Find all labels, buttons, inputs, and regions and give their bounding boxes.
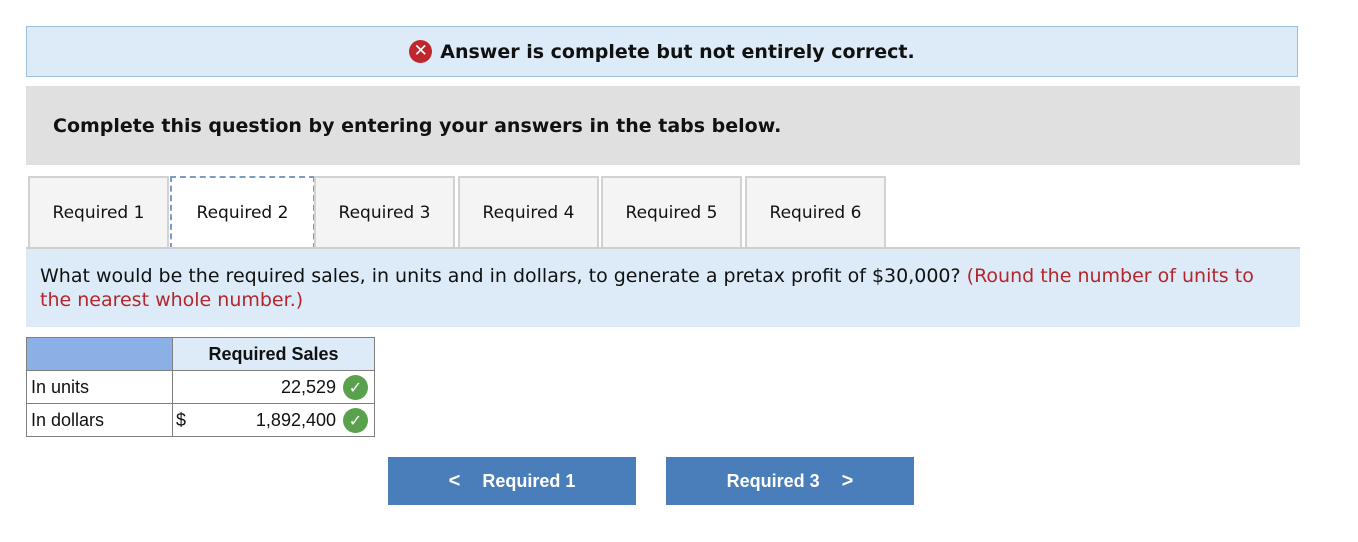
- tab-required-1[interactable]: Required 1: [28, 176, 169, 247]
- tab-required-5[interactable]: Required 5: [601, 176, 742, 247]
- tab-required-6[interactable]: Required 6: [745, 176, 886, 247]
- prev-button-label: Required 1: [482, 470, 576, 491]
- tab-label: Required 4: [482, 202, 575, 223]
- result-banner-text: Answer is complete but not entirely corr…: [440, 40, 915, 63]
- table-header-row: Required Sales: [26, 337, 375, 371]
- instruction-bar: Complete this question by entering your …: [26, 86, 1300, 165]
- question-box: What would be the required sales, in uni…: [26, 249, 1300, 327]
- table-row: In dollars $ 1,892,400 ✓: [26, 403, 375, 437]
- table-header: Required Sales: [172, 337, 375, 371]
- dollar-prefix: $: [176, 410, 187, 430]
- tab-required-4[interactable]: Required 4: [458, 176, 599, 247]
- units-value: 22,529: [280, 377, 336, 397]
- units-input[interactable]: 22,529 ✓: [172, 370, 375, 404]
- tab-label: Required 5: [625, 202, 718, 223]
- chevron-left-icon: <: [448, 469, 461, 492]
- tab-label: Required 2: [196, 202, 289, 223]
- result-banner: ✕ Answer is complete but not entirely co…: [26, 26, 1298, 77]
- prev-required-button[interactable]: < Required 1: [388, 457, 636, 505]
- next-button-label: Required 3: [726, 470, 820, 491]
- chevron-right-icon: >: [841, 469, 854, 492]
- table-row: In units 22,529 ✓: [26, 370, 375, 404]
- tab-label: Required 3: [338, 202, 431, 223]
- next-required-button[interactable]: Required 3 >: [666, 457, 914, 505]
- required-sales-table: Required Sales In units 22,529 ✓ In doll…: [26, 337, 375, 437]
- instruction-text: Complete this question by entering your …: [53, 114, 782, 137]
- checkmark-icon: ✓: [343, 408, 368, 433]
- question-text: What would be the required sales, in uni…: [40, 265, 961, 287]
- tab-required-2[interactable]: Required 2: [170, 176, 315, 249]
- row-label: In dollars: [26, 403, 173, 437]
- dollars-input[interactable]: $ 1,892,400 ✓: [172, 403, 375, 437]
- row-label: In units: [26, 370, 173, 404]
- checkmark-icon: ✓: [343, 375, 368, 400]
- tab-label: Required 1: [52, 202, 145, 223]
- dollars-value: 1,892,400: [255, 410, 336, 430]
- x-icon: ✕: [409, 40, 433, 63]
- tab-label: Required 6: [769, 202, 862, 223]
- table-header-blank: [26, 337, 173, 371]
- tab-required-3[interactable]: Required 3: [314, 176, 455, 247]
